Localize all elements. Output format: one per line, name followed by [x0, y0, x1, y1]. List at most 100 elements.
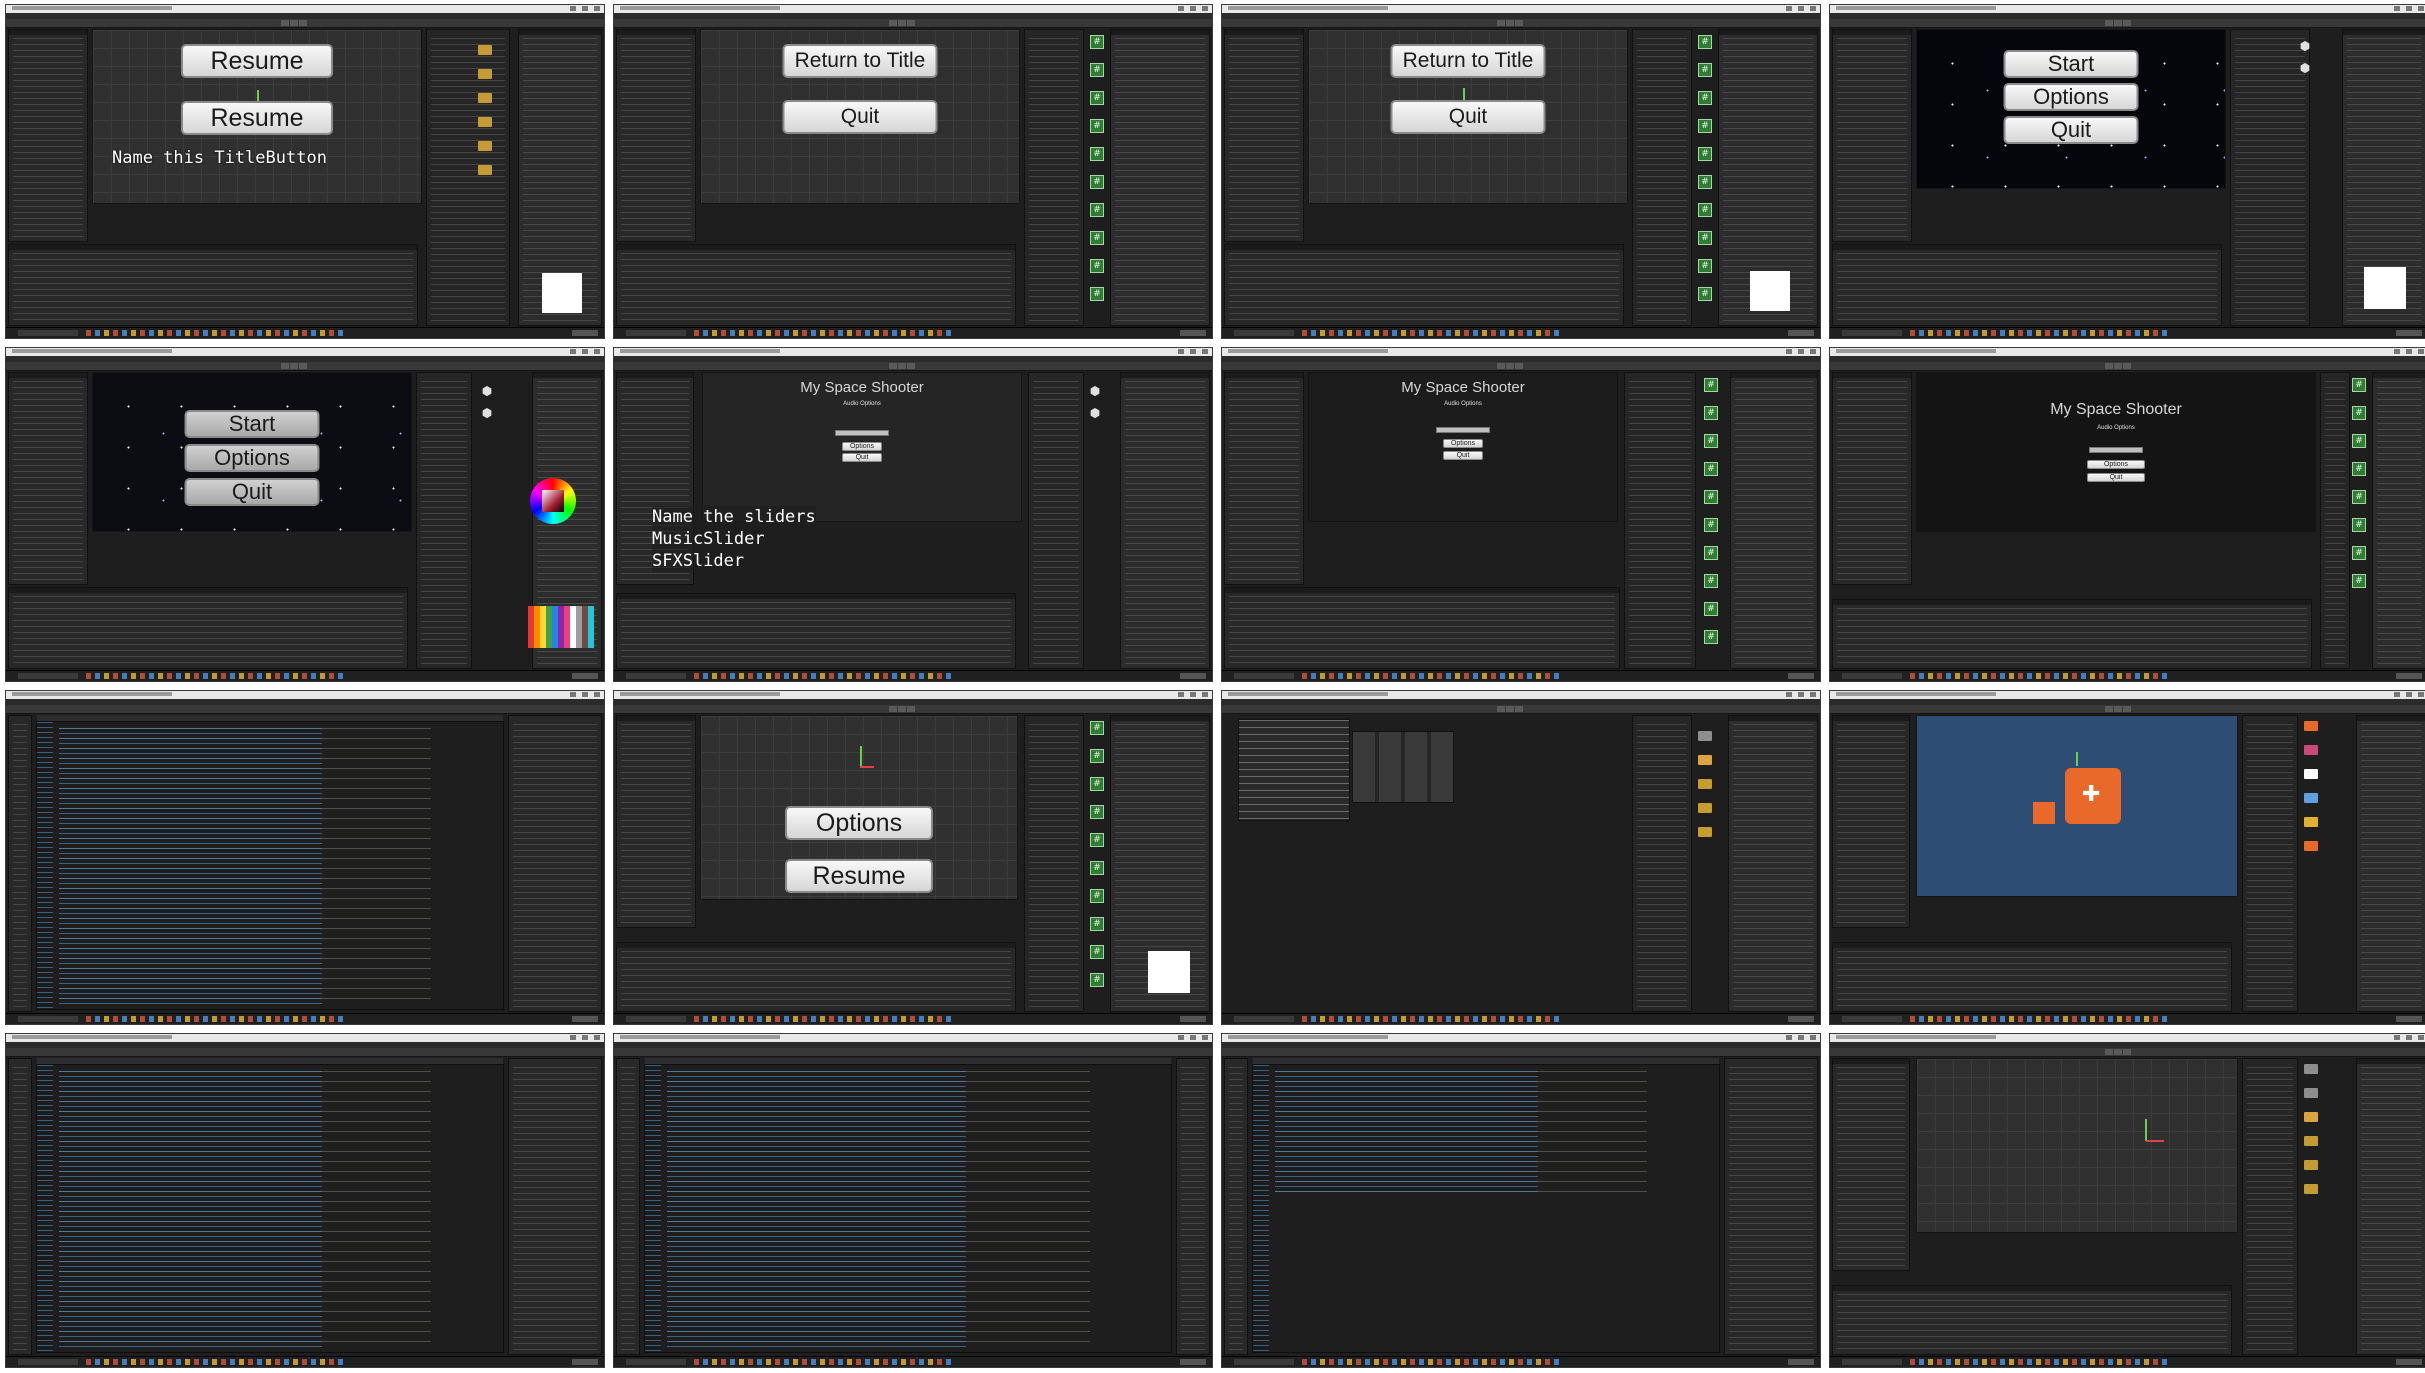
game-view[interactable]: Start Options Quit	[1916, 29, 2226, 189]
code-editor[interactable]	[1252, 1058, 1720, 1353]
play-controls-icon[interactable]	[2105, 1049, 2132, 1055]
window-controls-icon[interactable]	[2394, 692, 2424, 697]
hierarchy-panel[interactable]	[1832, 29, 1912, 242]
solution-explorer[interactable]	[508, 715, 602, 1012]
project-panel[interactable]	[8, 244, 418, 326]
script-icon[interactable]: #	[1090, 749, 1104, 763]
toolbar[interactable]	[6, 705, 604, 714]
play-controls-icon[interactable]	[889, 363, 916, 369]
taskbar-app-icons[interactable]	[694, 1359, 954, 1365]
project-folder-list[interactable]	[1028, 372, 1084, 669]
toolbar[interactable]	[614, 19, 1212, 28]
folder-icon[interactable]	[478, 69, 492, 79]
script-icon[interactable]: #	[1090, 721, 1104, 735]
script-icon[interactable]: #	[2352, 462, 2366, 476]
taskbar-search[interactable]	[626, 330, 686, 336]
taskbar-app-icons[interactable]	[86, 330, 346, 336]
window-controls-icon[interactable]	[570, 692, 600, 697]
move-gizmo-y[interactable]	[2076, 752, 2078, 766]
quit-button[interactable]: Quit	[842, 453, 882, 462]
taskbar-search[interactable]	[626, 1016, 686, 1022]
play-controls-icon[interactable]	[281, 363, 308, 369]
taskbar-app-icons[interactable]	[1910, 330, 2170, 336]
project-panel[interactable]	[8, 587, 408, 669]
sprite-thumbnail[interactable]	[2304, 841, 2318, 851]
sprite-thumbnail[interactable]	[2304, 817, 2318, 827]
taskbar-app-icons[interactable]	[1302, 673, 1562, 679]
play-controls-icon[interactable]	[889, 706, 916, 712]
script-icon[interactable]: #	[1090, 889, 1104, 903]
taskbar-search[interactable]	[18, 1359, 78, 1365]
toolbar[interactable]	[614, 1048, 1212, 1057]
audio-mixer-channels[interactable]	[1352, 731, 1454, 803]
color-picker-wheel[interactable]	[530, 478, 576, 524]
folder-icon[interactable]	[2304, 1064, 2318, 1074]
toolbar[interactable]	[1222, 705, 1820, 714]
toolbar[interactable]	[6, 1048, 604, 1057]
folder-icon[interactable]	[2304, 1136, 2318, 1146]
code-text[interactable]	[59, 726, 497, 1005]
inspector-panel[interactable]	[1120, 372, 1210, 669]
script-icon[interactable]: #	[1090, 973, 1104, 987]
window-controls-icon[interactable]	[570, 6, 600, 11]
editor-left-sidebar[interactable]	[8, 715, 32, 1012]
editor-tab-bar[interactable]	[1253, 1058, 1719, 1064]
script-icon[interactable]: #	[1090, 35, 1104, 49]
script-icon[interactable]: #	[1704, 490, 1718, 504]
folder-icon[interactable]	[478, 141, 492, 151]
script-icon[interactable]: #	[2352, 490, 2366, 504]
taskbar-search[interactable]	[1842, 330, 1902, 336]
script-icon[interactable]: #	[1704, 406, 1718, 420]
hierarchy-panel[interactable]	[1832, 372, 1912, 585]
window-controls-icon[interactable]	[1178, 1035, 1208, 1040]
script-icon[interactable]: #	[1704, 574, 1718, 588]
hierarchy-panel[interactable]	[1832, 715, 1910, 928]
unity-prefab-icon[interactable]: ⬢	[2298, 61, 2312, 75]
project-folder-list[interactable]	[2242, 1058, 2298, 1355]
toolbar[interactable]	[1222, 362, 1820, 371]
project-panel[interactable]	[1224, 587, 1620, 669]
taskbar-search[interactable]	[18, 673, 78, 679]
folder-icon[interactable]	[478, 117, 492, 127]
project-panel[interactable]	[1832, 1285, 2232, 1355]
hierarchy-panel[interactable]	[1224, 29, 1304, 242]
taskbar-search[interactable]	[1234, 1359, 1294, 1365]
scene-view[interactable]: Resume Resume	[92, 29, 422, 204]
script-icon[interactable]: #	[2352, 406, 2366, 420]
resume-button[interactable]: Resume	[785, 859, 933, 893]
toolbar[interactable]	[614, 362, 1212, 371]
project-panel[interactable]	[1832, 942, 2232, 1012]
window-controls-icon[interactable]	[2394, 349, 2424, 354]
script-icon[interactable]: #	[1090, 119, 1104, 133]
editor-tab-bar[interactable]	[37, 715, 503, 721]
start-button[interactable]: Start	[2003, 50, 2139, 78]
code-editor[interactable]	[644, 1058, 1172, 1353]
toolbar[interactable]	[6, 362, 604, 371]
folder-icon[interactable]	[2304, 1088, 2318, 1098]
project-folder-list[interactable]	[2242, 715, 2298, 1012]
editor-left-sidebar[interactable]	[8, 1058, 32, 1355]
hierarchy-panel[interactable]	[1224, 372, 1304, 585]
script-icon[interactable]: #	[1698, 175, 1712, 189]
window-controls-icon[interactable]	[570, 1035, 600, 1040]
script-icon[interactable]: #	[1090, 945, 1104, 959]
hierarchy-panel[interactable]	[8, 372, 88, 585]
return-to-title-button[interactable]: Return to Title	[1390, 44, 1546, 78]
script-icon[interactable]: #	[1090, 917, 1104, 931]
project-folder-list[interactable]	[1024, 29, 1084, 326]
script-icon[interactable]: #	[1698, 287, 1712, 301]
script-icon[interactable]: #	[1090, 777, 1104, 791]
options-button[interactable]: Options	[785, 806, 933, 840]
script-icon[interactable]: #	[1090, 231, 1104, 245]
folder-icon[interactable]	[478, 165, 492, 175]
script-icon[interactable]: #	[1698, 259, 1712, 273]
project-panel[interactable]	[1224, 244, 1624, 326]
project-folder-list[interactable]	[1632, 715, 1692, 1012]
taskbar-app-icons[interactable]	[1910, 1016, 2170, 1022]
taskbar-search[interactable]	[1842, 1359, 1902, 1365]
sprite-thumbnail[interactable]	[2304, 793, 2318, 803]
window-controls-icon[interactable]	[2394, 6, 2424, 11]
project-folder-list[interactable]	[1624, 372, 1696, 669]
code-text[interactable]	[1275, 1069, 1713, 1195]
move-gizmo-y[interactable]	[860, 746, 862, 766]
